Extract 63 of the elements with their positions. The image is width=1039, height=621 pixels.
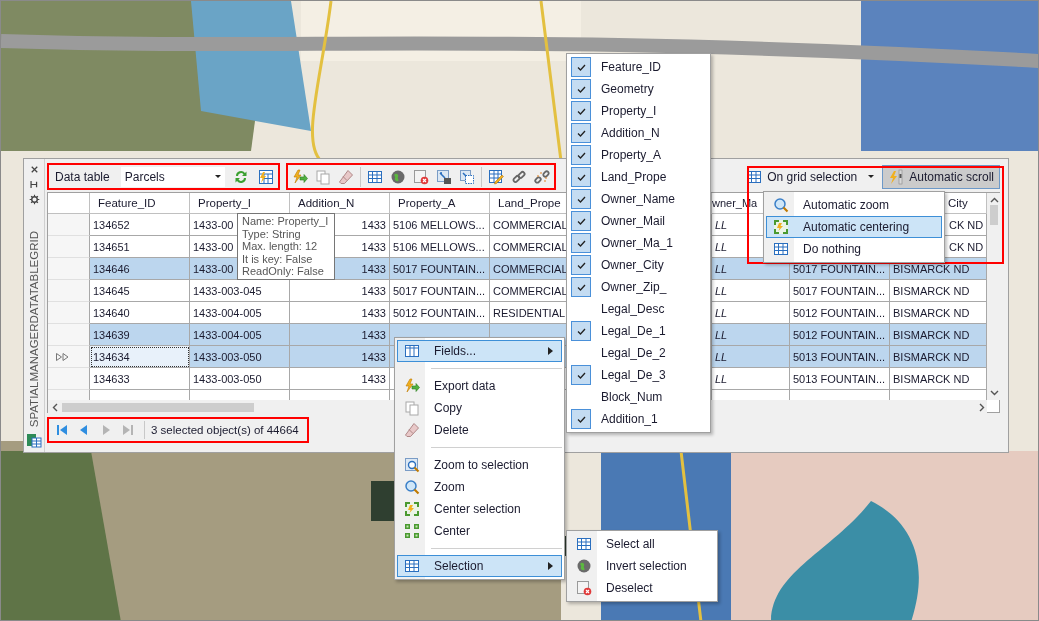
table-cell: 134633 [90, 368, 190, 390]
table-cell: 1433-003-050 [190, 368, 290, 390]
field-menu-item[interactable]: Geometry [569, 78, 708, 100]
menu-item[interactable]: Delete [397, 419, 562, 441]
menu-item[interactable]: Zoom [397, 476, 562, 498]
selection-status: 3 selected object(s) of 44664 [151, 424, 299, 436]
table-cell: 134652 [90, 214, 190, 236]
table-cell: 134646 [90, 258, 190, 280]
field-menu-item[interactable]: Legal_Desc [569, 298, 708, 320]
data-table-label: Data table [54, 169, 111, 184]
menu-item[interactable]: Automatic centering [766, 216, 942, 238]
field-menu-item[interactable]: Owner_Name [569, 188, 708, 210]
table-cell: 1433-003-050 [190, 346, 290, 368]
menu-item[interactable]: Deselect [569, 577, 715, 599]
menu-item[interactable]: Select all [569, 533, 715, 555]
field-menu-item[interactable]: Owner_City [569, 254, 708, 276]
table-cell: 1433 [290, 324, 390, 346]
field-menu-item[interactable]: Legal_De_1 [569, 320, 708, 342]
table-cell: 134639 [90, 324, 190, 346]
automatic-scroll-button[interactable]: Automatic scroll [882, 164, 1000, 189]
field-menu-item[interactable]: Addition_N [569, 122, 708, 144]
table-cell: 134645 [90, 280, 190, 302]
table-cell: LL [712, 324, 790, 346]
field-menu-item[interactable]: Feature_ID [569, 56, 708, 78]
field-menu-item[interactable]: Owner_Mail [569, 210, 708, 232]
field-menu-item[interactable]: Block_Num [569, 386, 708, 408]
field-menu-item[interactable]: Property_A [569, 144, 708, 166]
table-cell: 5106 MELLOWS... [390, 214, 490, 236]
field-menu-item[interactable]: Owner_Ma_1 [569, 232, 708, 254]
menu-item[interactable]: Zoom to selection [397, 454, 562, 476]
field-menu-item[interactable]: Addition_1 [569, 408, 708, 430]
menu-item[interactable]: Fields... [397, 340, 562, 362]
table-cell: BISMARCK ND [890, 346, 987, 368]
menu-item[interactable]: Copy [397, 397, 562, 419]
table-cell: LL [712, 346, 790, 368]
table-cell: 5017 FOUNTAIN... [390, 258, 490, 280]
field-menu-item[interactable]: Owner_Zip_ [569, 276, 708, 298]
table-cell: 5013 FOUNTAIN... [790, 368, 890, 390]
table-cell: BISMARCK ND [890, 324, 987, 346]
menu-item[interactable]: Center [397, 520, 562, 542]
table-cell: 1433 [290, 346, 390, 368]
menu-item[interactable]: Invert selection [569, 555, 715, 577]
field-menu-item[interactable]: Legal_De_3 [569, 364, 708, 386]
table-cell: 5013 FOUNTAIN... [790, 346, 890, 368]
table-dropdown[interactable]: Parcels [120, 166, 225, 187]
table-cell: 5012 FOUNTAIN... [790, 324, 890, 346]
menu-item[interactable]: Selection [397, 555, 562, 577]
column-header[interactable]: Property_A [390, 193, 490, 214]
table-cell: COMMERCIAL [490, 258, 568, 280]
table-cell: 1433-004-005 [190, 324, 290, 346]
table-cell: 5017 FOUNTAIN... [790, 280, 890, 302]
field-menu-item[interactable]: Legal_De_2 [569, 342, 708, 364]
table-cell: LL [712, 368, 790, 390]
table-cell: LL [712, 280, 790, 302]
column-header[interactable]: Feature_ID [90, 193, 190, 214]
menu-item[interactable]: Center selection [397, 498, 562, 520]
field-menu-item[interactable]: Property_I [569, 100, 708, 122]
menu-item[interactable]: Export data [397, 375, 562, 397]
field-menu-item[interactable]: Land_Prope [569, 166, 708, 188]
panel-title: SPATIALMANAGERDATATABLEGRID [28, 231, 40, 428]
table-cell: 134634 [90, 346, 190, 368]
table-cell: 5017 FOUNTAIN... [390, 280, 490, 302]
table-cell: 1433 [290, 368, 390, 390]
